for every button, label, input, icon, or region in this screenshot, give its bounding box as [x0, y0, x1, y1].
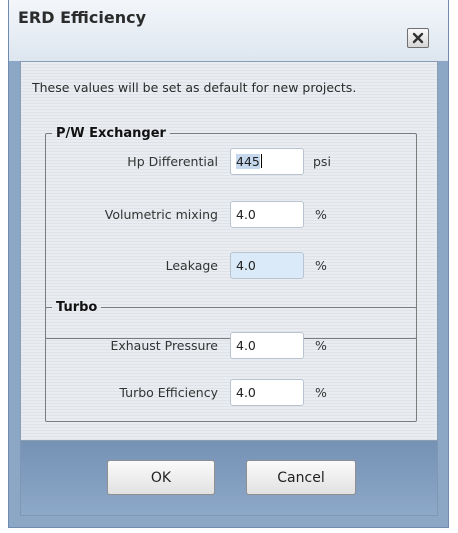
turbo-efficiency-row: Turbo Efficiency [21, 380, 218, 406]
cancel-button[interactable]: Cancel [246, 460, 356, 495]
pw-exchanger-legend: P/W Exchanger [56, 126, 166, 141]
title-bar: ERD Efficiency [9, 0, 448, 61]
volumetric-mixing-unit: % [315, 207, 327, 222]
turbo-legend: Turbo [56, 300, 98, 315]
default-note: These values will be set as default for … [32, 80, 357, 95]
hp-differential-value: 445 [236, 154, 260, 169]
hp-differential-input[interactable]: 445 [230, 148, 304, 175]
erd-efficiency-dialog: ERD Efficiency These values will be set … [8, 0, 449, 528]
turbo-efficiency-input[interactable]: 4.0 [230, 379, 304, 406]
close-button[interactable] [407, 28, 429, 48]
volumetric-mixing-label: Volumetric mixing [104, 207, 218, 222]
exhaust-pressure-row: Exhaust Pressure [21, 333, 218, 359]
close-x-icon [412, 32, 424, 44]
turbo-efficiency-unit: % [315, 385, 327, 400]
button-bar: OK Cancel [20, 441, 438, 516]
exhaust-pressure-input[interactable]: 4.0 [230, 332, 304, 359]
dialog-content: These values will be set as default for … [20, 61, 438, 441]
text-caret [260, 154, 262, 168]
leakage-label: Leakage [165, 258, 218, 273]
volumetric-mixing-row: Volumetric mixing [21, 202, 218, 228]
ok-button[interactable]: OK [107, 460, 215, 495]
hp-differential-row: Hp Differential [21, 149, 218, 175]
exhaust-pressure-label: Exhaust Pressure [110, 338, 218, 353]
turbo-efficiency-label: Turbo Efficiency [119, 385, 218, 400]
leakage-unit: % [315, 258, 327, 273]
hp-differential-label: Hp Differential [127, 154, 218, 169]
exhaust-pressure-unit: % [315, 338, 327, 353]
hp-differential-unit: psi [313, 154, 331, 169]
leakage-row: Leakage [21, 253, 218, 279]
volumetric-mixing-input[interactable]: 4.0 [230, 201, 304, 228]
dialog-title: ERD Efficiency [18, 8, 146, 27]
leakage-input[interactable]: 4.0 [230, 252, 304, 279]
